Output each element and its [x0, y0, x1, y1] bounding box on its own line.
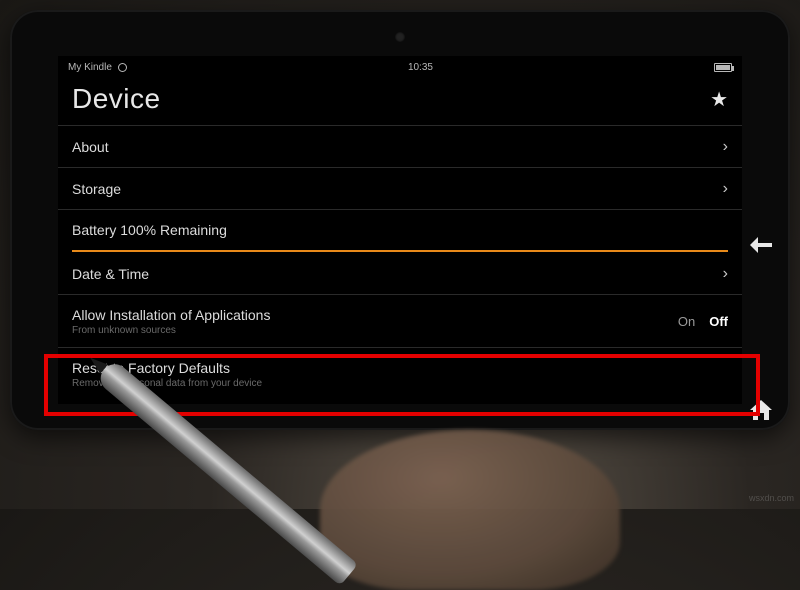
battery-icon [714, 63, 732, 72]
hand-overlay [320, 430, 620, 590]
chevron-right-icon: › [723, 180, 728, 198]
front-camera [395, 32, 405, 42]
watermark: wsxdn.com [749, 493, 794, 503]
row-label: Reset to Factory Defaults [72, 360, 262, 376]
status-bar: My Kindle 10:35 [58, 56, 742, 77]
row-reset-factory[interactable]: Reset to Factory Defaults Remove all per… [58, 348, 742, 400]
status-title[interactable]: My Kindle [68, 62, 112, 73]
row-label: About [72, 139, 109, 155]
row-battery[interactable]: Battery 100% Remaining [58, 210, 742, 253]
settings-list: About › Storage › Battery 100% Remaining… [58, 125, 742, 400]
on-off-toggle[interactable]: On Off [678, 314, 728, 329]
page-title: Device [72, 83, 161, 115]
title-row: Device ★ [58, 77, 742, 125]
row-label: Storage [72, 181, 121, 197]
chevron-right-icon: › [723, 138, 728, 156]
row-storage[interactable]: Storage › [58, 168, 742, 210]
row-date-time[interactable]: Date & Time › [58, 253, 742, 295]
status-time: 10:35 [408, 62, 433, 73]
battery-progress-bar [72, 250, 728, 252]
row-about[interactable]: About › [58, 125, 742, 168]
home-icon[interactable] [750, 400, 772, 426]
row-label: Date & Time [72, 266, 149, 282]
toggle-off[interactable]: Off [709, 314, 728, 329]
tablet-frame: My Kindle 10:35 Device ★ About › Storage… [10, 10, 790, 430]
row-sublabel: Remove all personal data from your devic… [72, 378, 262, 389]
chevron-right-icon: › [723, 265, 728, 283]
row-label: Allow Installation of Applications [72, 307, 270, 323]
back-arrow-icon[interactable] [750, 236, 772, 259]
row-allow-installation[interactable]: Allow Installation of Applications From … [58, 295, 742, 348]
gear-icon[interactable] [118, 63, 127, 72]
toggle-on[interactable]: On [678, 314, 695, 329]
row-label: Battery 100% Remaining [72, 222, 227, 238]
favorite-star-icon[interactable]: ★ [710, 87, 728, 112]
screen: My Kindle 10:35 Device ★ About › Storage… [58, 56, 742, 404]
row-sublabel: From unknown sources [72, 325, 270, 336]
